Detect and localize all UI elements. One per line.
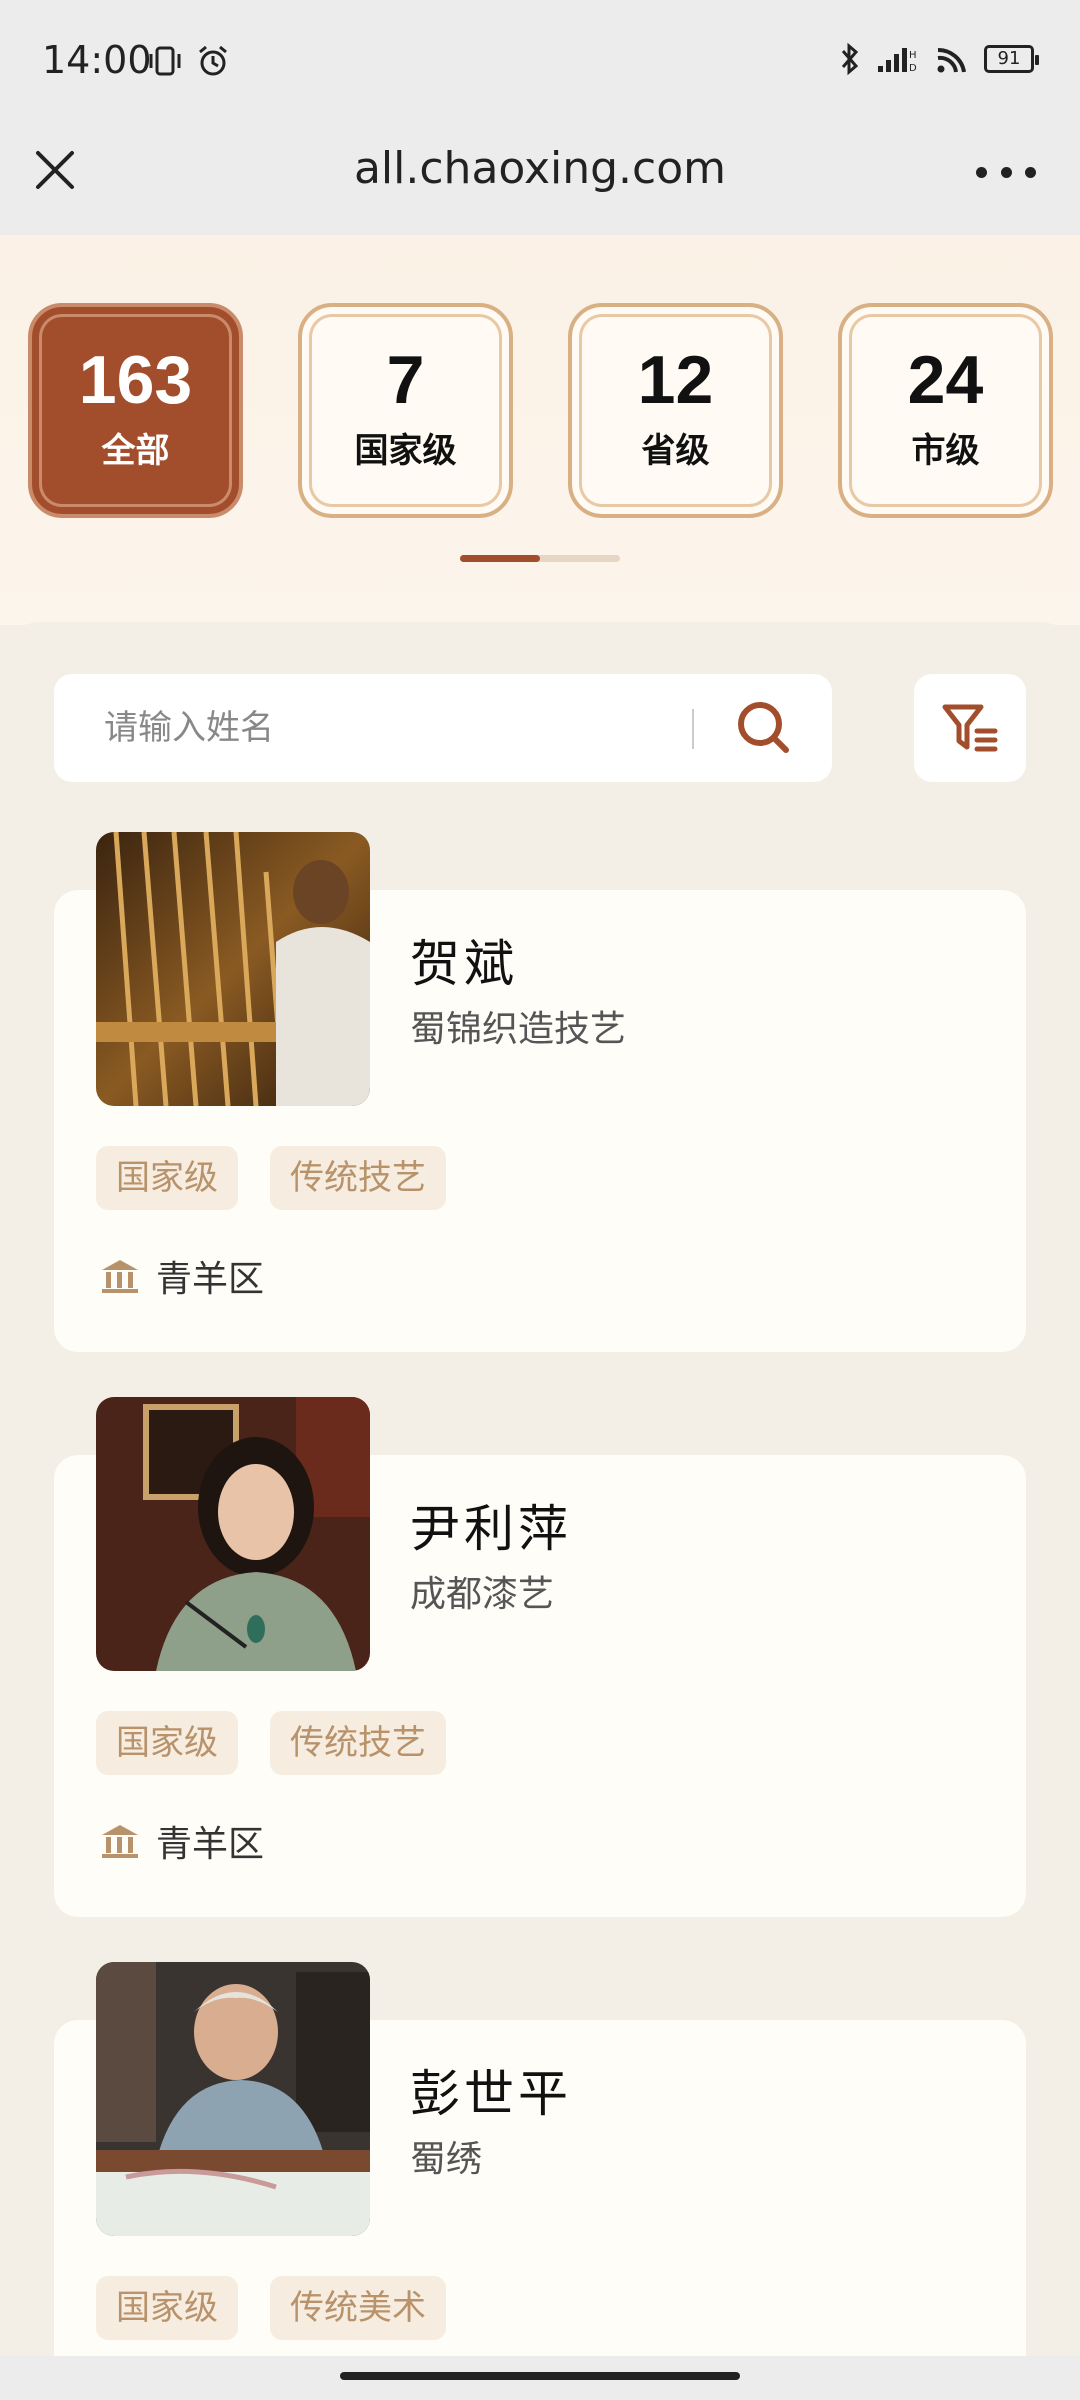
inheritor-name: 彭世平 xyxy=(410,2065,572,2123)
level-tag: 国家级 xyxy=(96,1711,238,1775)
home-indicator[interactable] xyxy=(340,2372,740,2380)
inheritor-craft: 蜀锦织造技艺 xyxy=(410,1009,627,1050)
alarm-icon xyxy=(199,45,227,76)
level-tag: 国家级 xyxy=(96,1146,238,1210)
inheritor-craft: 成都漆艺 xyxy=(410,1574,555,1615)
category-tag: 传统技艺 xyxy=(270,1146,446,1210)
signal-icon: H D xyxy=(878,48,917,74)
museum-icon xyxy=(102,1260,138,1293)
battery-icon: 91 xyxy=(984,45,1039,73)
inheritor-craft: 蜀绣 xyxy=(410,2139,483,2180)
stat-label: 省级 xyxy=(641,431,710,471)
museum-icon xyxy=(102,1825,138,1858)
search-icon[interactable] xyxy=(732,696,796,760)
inheritor-name: 尹利萍 xyxy=(410,1500,572,1558)
bluetooth-icon xyxy=(841,42,859,76)
scroll-indicator-fill xyxy=(460,555,540,562)
inheritor-photo xyxy=(96,832,370,1106)
stat-value: 7 xyxy=(386,342,425,418)
inheritor-card[interactable]: 彭世平 蜀绣 国家级 传统美术 xyxy=(54,1962,1026,2400)
inheritor-card[interactable]: 贺斌 蜀锦织造技艺 国家级 传统技艺 青羊区 xyxy=(54,832,1026,1352)
url-title: all.chaoxing.com xyxy=(353,143,727,194)
wifi-icon xyxy=(937,47,966,73)
search-box xyxy=(54,674,832,782)
browser-bar: all.chaoxing.com xyxy=(0,125,1080,235)
status-left-icons xyxy=(148,44,230,78)
inheritor-name: 贺斌 xyxy=(410,935,518,993)
inheritor-photo xyxy=(96,1397,370,1671)
more-icon[interactable] xyxy=(976,147,1036,197)
inheritor-list-panel: 贺斌 蜀锦织造技艺 国家级 传统技艺 青羊区 尹利萍 xyxy=(0,622,1080,2400)
inheritor-card[interactable]: 尹利萍 成都漆艺 国家级 传统技艺 青羊区 xyxy=(54,1397,1026,1917)
stat-tab-national[interactable]: 7 国家级 xyxy=(298,303,513,518)
filter-icon xyxy=(942,704,998,752)
svg-text:D: D xyxy=(909,63,917,74)
category-tag: 传统美术 xyxy=(270,2276,446,2340)
svg-text:H: H xyxy=(909,50,917,61)
status-right-icons: H D 91 xyxy=(838,42,1039,76)
vibrate-icon xyxy=(149,46,181,76)
stat-value: 24 xyxy=(907,342,984,418)
stat-label: 国家级 xyxy=(354,431,457,471)
level-tag: 国家级 xyxy=(96,2276,238,2340)
scroll-indicator xyxy=(460,555,620,562)
status-bar: 14:00 H D 91 xyxy=(0,0,1080,125)
stat-value: 12 xyxy=(637,342,714,418)
stat-value: 163 xyxy=(78,342,193,418)
filter-button[interactable] xyxy=(914,674,1026,782)
status-time: 14:00 xyxy=(42,38,152,82)
inheritor-photo xyxy=(96,1962,370,2236)
stat-tab-all[interactable]: 163 全部 xyxy=(28,303,243,518)
search-input[interactable] xyxy=(104,674,664,782)
stat-label: 全部 xyxy=(101,431,170,471)
stat-tab-provincial[interactable]: 12 省级 xyxy=(568,303,783,518)
category-tag: 传统技艺 xyxy=(270,1711,446,1775)
stat-tab-city[interactable]: 24 市级 xyxy=(838,303,1053,518)
location-text: 青羊区 xyxy=(156,1259,265,1300)
stats-header: 163 全部 7 国家级 12 省级 24 市级 xyxy=(0,235,1080,625)
stat-label: 市级 xyxy=(911,431,980,471)
search-divider xyxy=(692,709,694,749)
location-text: 青羊区 xyxy=(156,1824,265,1865)
